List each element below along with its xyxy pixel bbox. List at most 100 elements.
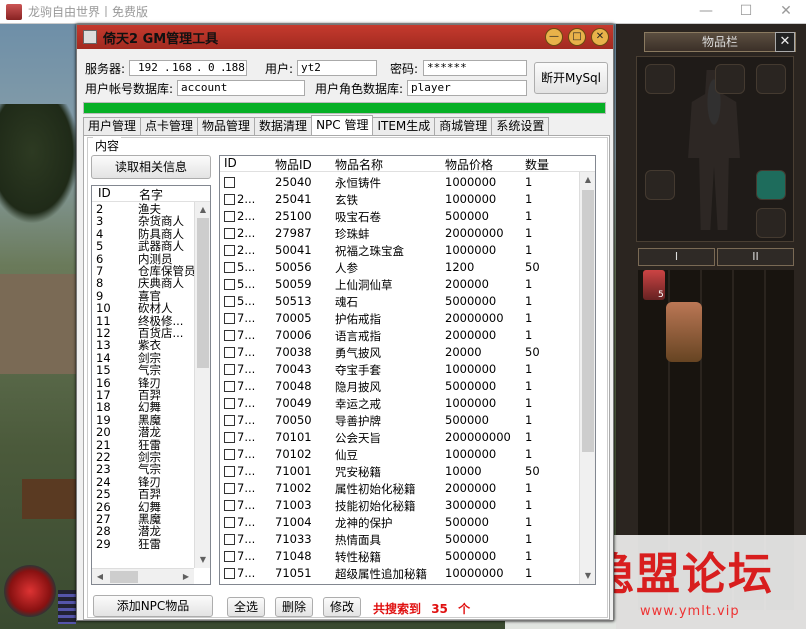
inventory-tab-2[interactable]: II (717, 248, 794, 266)
row-checkbox[interactable] (224, 534, 235, 545)
minimize-button[interactable]: — (686, 0, 726, 24)
npc-list-item[interactable]: 11 终极修... (92, 315, 192, 327)
npc-hscroll-thumb[interactable] (110, 571, 138, 583)
item-list-row[interactable]: 7... 70101 公会天旨 200000000 1 (220, 429, 578, 446)
rune-slot-icon[interactable] (756, 208, 786, 238)
tab-mall-management[interactable]: 商城管理 (434, 117, 493, 135)
npc-scroll-down-icon[interactable]: ▼ (195, 552, 210, 568)
item-list-row[interactable]: 7... 70005 护佑戒指 20000000 1 (220, 310, 578, 327)
modify-button[interactable]: 修改 (323, 597, 361, 617)
item-list-row[interactable]: 2... 25041 玄铁 1000000 1 (220, 191, 578, 208)
item-list-row[interactable]: 25040 永恒铸件 1000000 1 (220, 174, 578, 191)
item-list-row[interactable]: 7... 70043 夺宝手套 1000000 1 (220, 361, 578, 378)
item-list-row[interactable]: 7... 70038 勇气披风 20000 50 (220, 344, 578, 361)
item-list-row[interactable]: 7... 70048 隐月披风 5000000 1 (220, 378, 578, 395)
npc-list-vscrollbar[interactable]: ▲ ▼ (194, 202, 210, 568)
npc-list-item[interactable]: 14 剑宗 (92, 352, 192, 364)
dialog-minimize-button[interactable]: — (545, 28, 563, 46)
item-list-row[interactable]: 7... 71048 转性秘籍 5000000 1 (220, 548, 578, 565)
npc-list-item[interactable]: 23 气宗 (92, 463, 192, 475)
npc-list-item[interactable]: 24 锋刃 (92, 476, 192, 488)
password-field[interactable]: ****** (423, 60, 527, 76)
tab-item-generation[interactable]: ITEM生成 (372, 117, 436, 135)
item-list-row[interactable]: 7... 70050 导善护牌 500000 1 (220, 412, 578, 429)
tab-user-management[interactable]: 用户管理 (83, 117, 142, 135)
npc-list-item[interactable]: 28 潜龙 (92, 525, 192, 537)
npc-list-item[interactable]: 2 渔夫 (92, 203, 192, 215)
item-list-row[interactable]: 7... 71002 属性初始化秘籍 2000000 1 (220, 480, 578, 497)
tab-system-settings[interactable]: 系统设置 (491, 117, 550, 135)
role-db-field[interactable]: player (407, 80, 527, 96)
npc-list-item[interactable]: 19 黑魔 (92, 414, 192, 426)
item-list-row[interactable]: 5... 50056 人参 1200 50 (220, 259, 578, 276)
item-list-row[interactable]: 2... 50041 祝福之珠宝盒 1000000 1 (220, 242, 578, 259)
npc-list-item[interactable]: 4 防具商人 (92, 228, 192, 240)
row-checkbox[interactable] (224, 262, 235, 273)
equip-slot-armor[interactable] (715, 64, 745, 94)
row-checkbox[interactable] (224, 279, 235, 290)
item-scroll-thumb[interactable] (582, 190, 594, 452)
npc-list-item[interactable]: 10 砍材人 (92, 302, 192, 314)
row-checkbox[interactable] (224, 551, 235, 562)
server-ip-field[interactable]: 192 . 168 . 0 . 188 (129, 60, 247, 76)
row-checkbox[interactable] (224, 211, 235, 222)
equip-slot-weapon[interactable] (645, 64, 675, 94)
npc-item-list[interactable]: ID 物品ID 物品名称 物品价格 数量 25040 永恒铸件 1000000 1 2.… (219, 155, 596, 585)
npc-list-item[interactable]: 18 幻舞 (92, 401, 192, 413)
npc-list-item[interactable]: 9 喜官 (92, 290, 192, 302)
npc-list-item[interactable]: 7 仓库保管员 (92, 265, 196, 277)
row-checkbox[interactable] (224, 568, 235, 579)
item-list-row[interactable]: 5... 50513 魂石 5000000 1 (220, 293, 578, 310)
npc-scroll-thumb[interactable] (197, 218, 209, 368)
item-list-row[interactable]: 7... 70102 仙豆 1000000 1 (220, 446, 578, 463)
select-all-button[interactable]: 全选 (227, 597, 265, 617)
npc-list-item[interactable]: 21 狂雷 (92, 439, 192, 451)
npc-list-item[interactable]: 3 杂货商人 (92, 215, 192, 227)
row-checkbox[interactable] (224, 228, 235, 239)
item-list-row[interactable]: 2... 25100 吸宝石卷 500000 1 (220, 208, 578, 225)
backpack-icon[interactable] (666, 302, 702, 362)
row-checkbox[interactable] (224, 347, 235, 358)
tab-npc-management[interactable]: NPC 管理 (311, 115, 374, 135)
row-checkbox[interactable] (224, 245, 235, 256)
row-checkbox[interactable] (224, 381, 235, 392)
npc-list-item[interactable]: 25 百羿 (92, 488, 192, 500)
inventory-close-button[interactable]: ✕ (775, 32, 795, 52)
npc-list-item[interactable]: 5 武器商人 (92, 240, 192, 252)
dialog-close-button[interactable]: ✕ (591, 28, 609, 46)
npc-list-item[interactable]: 22 剑宗 (92, 451, 192, 463)
account-db-field[interactable]: account (177, 80, 305, 96)
tab-card-management[interactable]: 点卡管理 (140, 117, 199, 135)
row-checkbox[interactable] (224, 194, 235, 205)
delete-button[interactable]: 删除 (275, 597, 313, 617)
item-list-vscrollbar[interactable]: ▲ ▼ (579, 172, 595, 584)
equip-slot-head[interactable] (756, 64, 786, 94)
disconnect-mysql-button[interactable]: 断开MySql (534, 62, 608, 94)
row-checkbox[interactable] (224, 466, 235, 477)
npc-list-item[interactable]: 29 狂雷 (92, 538, 192, 550)
npc-list-item[interactable]: 27 黑魔 (92, 513, 192, 525)
read-info-button[interactable]: 读取相关信息 (91, 155, 211, 179)
item-list-row[interactable]: 7... 70006 语言戒指 2000000 1 (220, 327, 578, 344)
npc-list-item[interactable]: 20 潜龙 (92, 426, 192, 438)
npc-list-item[interactable]: 12 百货店... (92, 327, 192, 339)
row-checkbox[interactable] (224, 415, 235, 426)
tab-item-management[interactable]: 物品管理 (197, 117, 256, 135)
user-field[interactable]: yt2 (297, 60, 377, 76)
npc-list[interactable]: ID 名字 2 渔夫 3 杂货商人 4 防具商人 5 武器商人 6 内测员 7 仓库保管员 8 庆典商人 9… (91, 185, 211, 585)
item-list-row[interactable]: 2... 27987 珍珠蚌 20000000 1 (220, 225, 578, 242)
item-list-row[interactable]: 7... 71001 咒安秘籍 10000 50 (220, 463, 578, 480)
item-scroll-up-icon[interactable]: ▲ (580, 172, 595, 188)
equip-slot-shoes[interactable] (645, 170, 675, 200)
row-checkbox[interactable] (224, 364, 235, 375)
npc-scroll-up-icon[interactable]: ▲ (195, 202, 210, 218)
npc-list-hscrollbar[interactable]: ◀ ▶ (92, 568, 194, 584)
npc-list-item[interactable]: 6 内测员 (92, 253, 192, 265)
npc-list-item[interactable]: 8 庆典商人 (92, 277, 192, 289)
row-checkbox[interactable] (224, 500, 235, 511)
row-checkbox[interactable] (224, 483, 235, 494)
row-checkbox[interactable] (224, 398, 235, 409)
item-list-row[interactable]: 5... 50059 上仙洞仙草 200000 1 (220, 276, 578, 293)
row-checkbox[interactable] (224, 296, 235, 307)
inventory-tab-1[interactable]: I (638, 248, 715, 266)
